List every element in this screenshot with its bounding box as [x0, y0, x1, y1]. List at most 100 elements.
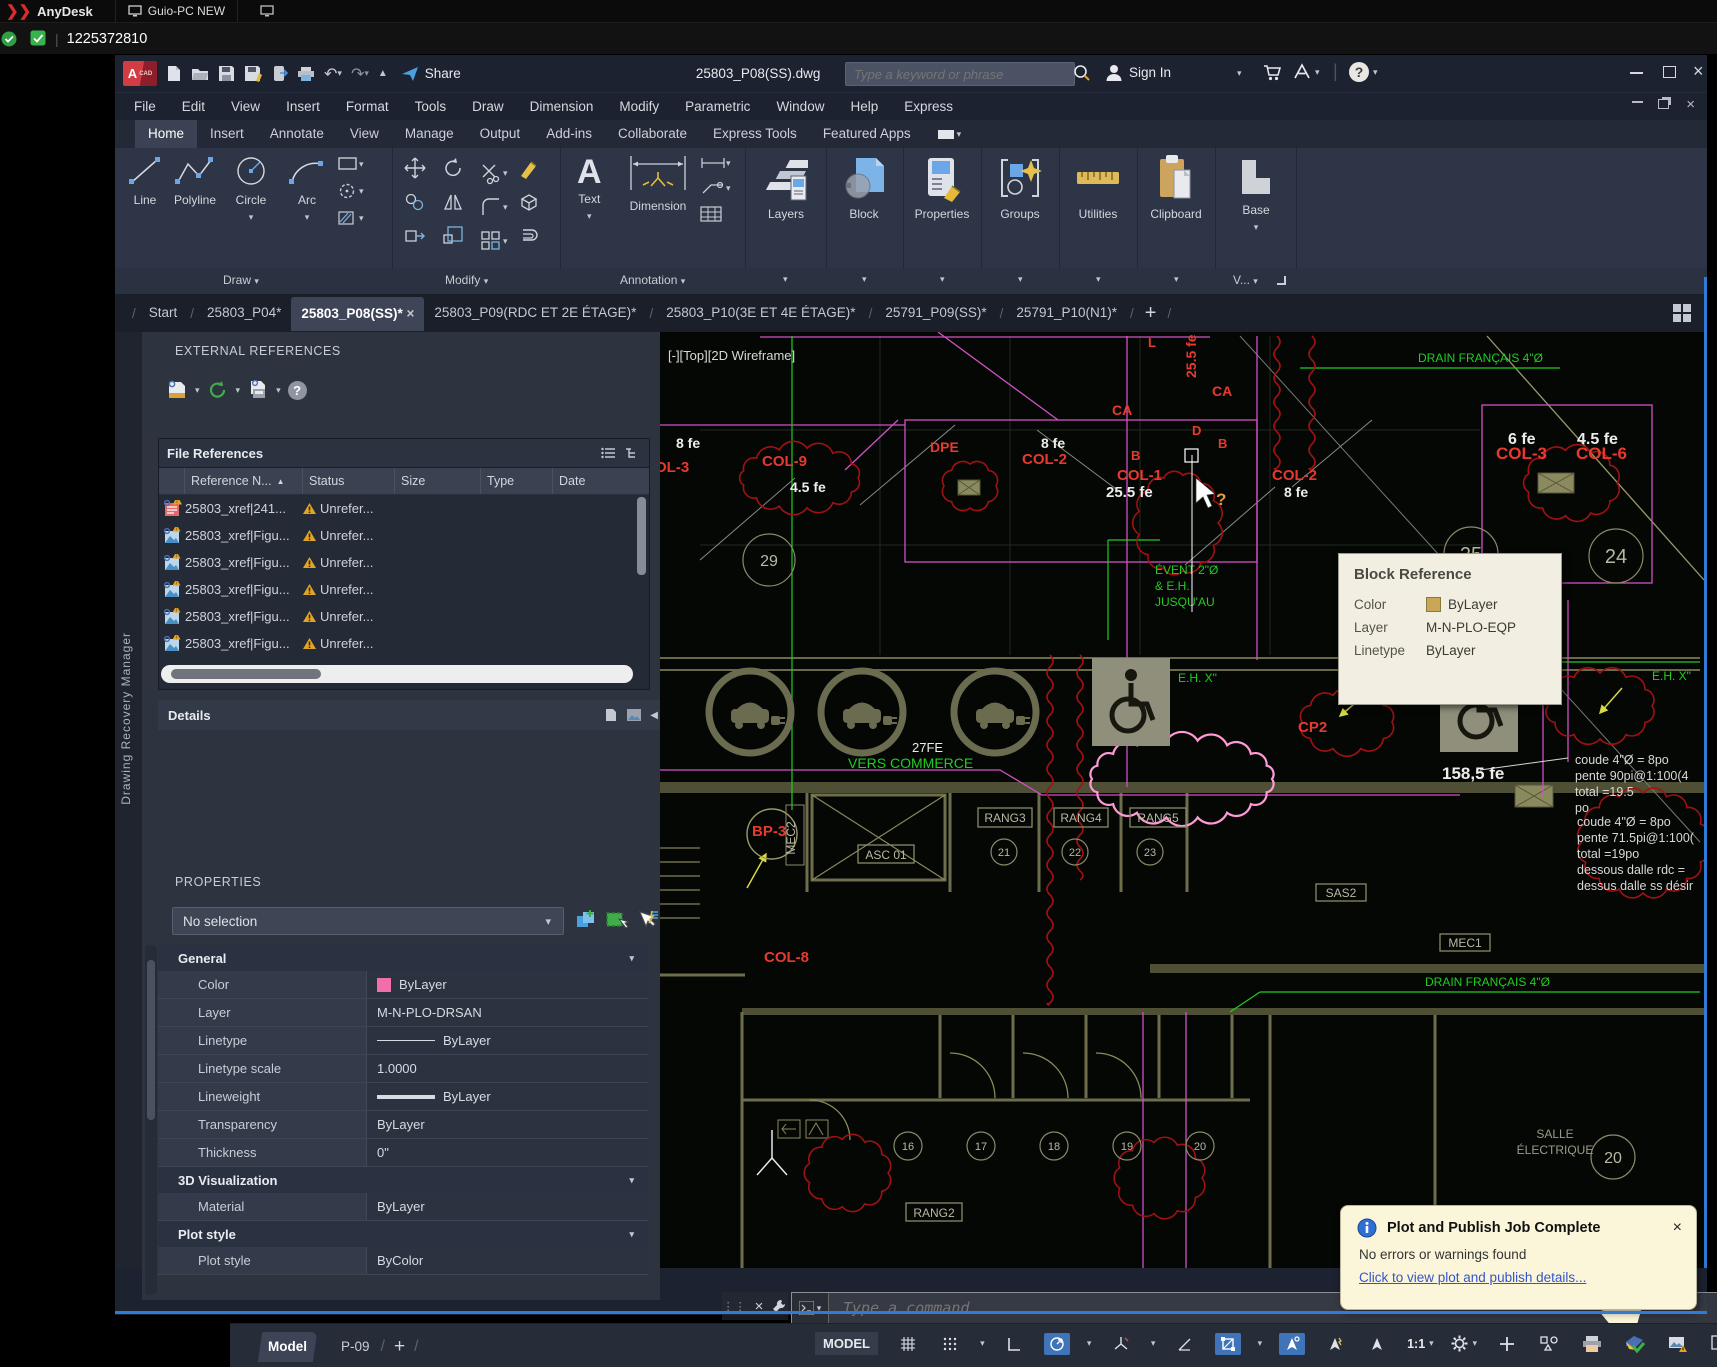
- file-tab-2[interactable]: 25803_P08(SS)* ×: [291, 297, 424, 331]
- col-type[interactable]: Type: [481, 468, 553, 494]
- menu-dimension[interactable]: Dimension: [517, 93, 607, 121]
- arc-button[interactable]: Arc▾: [287, 154, 327, 225]
- utilities-panel-caret[interactable]: ▾: [1096, 274, 1101, 285]
- doc-minimize-button[interactable]: [1632, 101, 1643, 103]
- grid-display-icon[interactable]: [895, 1333, 921, 1355]
- groups-panel-caret[interactable]: ▾: [1018, 274, 1023, 285]
- ribbon-display-toggle[interactable]: ▾: [938, 129, 962, 140]
- undo-button[interactable]: ↶▾: [324, 64, 342, 84]
- close-tab-icon[interactable]: ×: [403, 306, 415, 321]
- ribbon-tab-annotate[interactable]: Annotate: [257, 120, 337, 148]
- dimension-button[interactable]: Dimension: [623, 152, 693, 213]
- properties-panel-caret[interactable]: ▾: [940, 274, 945, 285]
- layers-panel-caret[interactable]: ▾: [783, 274, 788, 285]
- attach-caret-icon[interactable]: ▾: [195, 385, 200, 396]
- attach-reference-icon[interactable]: [166, 380, 188, 400]
- prop-row-thickness[interactable]: Thickness0": [158, 1139, 648, 1167]
- menu-format[interactable]: Format: [333, 93, 402, 121]
- close-button[interactable]: ×: [1693, 61, 1704, 82]
- signin-caret-icon[interactable]: ▾: [1237, 68, 1242, 79]
- col-size[interactable]: Size: [395, 468, 481, 494]
- user-icon[interactable]: [1105, 63, 1123, 82]
- properties-scrollbar[interactable]: [145, 945, 157, 1295]
- doc-restore-button[interactable]: [1658, 99, 1669, 109]
- search-input[interactable]: [845, 62, 1075, 86]
- help-button[interactable]: ? ▾: [1349, 62, 1378, 82]
- menu-express[interactable]: Express: [891, 93, 966, 121]
- save-icon[interactable]: [218, 65, 235, 82]
- clipboard-panel-caret[interactable]: ▾: [1174, 274, 1179, 285]
- prop-row-lineweight[interactable]: LineweightByLayer: [158, 1083, 648, 1111]
- line-button[interactable]: Line: [127, 154, 163, 207]
- file-tab-4[interactable]: 25803_P10(3E ET 4E ÉTAGE)*: [656, 294, 865, 332]
- menu-help[interactable]: Help: [837, 93, 891, 121]
- viewport-controls-label[interactable]: [-][Top][2D Wireframe]: [668, 348, 795, 363]
- menu-modify[interactable]: Modify: [606, 93, 672, 121]
- toggle-pickadd-icon[interactable]: [574, 909, 598, 933]
- plus-filter-icon[interactable]: [1494, 1333, 1520, 1355]
- col-reference-name[interactable]: Reference N...▲: [185, 468, 303, 494]
- draw-panel-label[interactable]: Draw ▾: [223, 273, 259, 287]
- autodesk-app-button[interactable]: ▾: [1293, 63, 1320, 81]
- file-tab-6[interactable]: 25791_P10(N1)*: [1006, 294, 1127, 332]
- xref-help-icon[interactable]: ?: [288, 381, 307, 400]
- xref-horizontal-scrollbar[interactable]: [161, 665, 633, 683]
- circle-button[interactable]: Circle▾: [233, 154, 269, 225]
- view-panel-collapsed[interactable]: V... ▾: [1233, 273, 1258, 287]
- hatch-tool[interactable]: ▾: [337, 210, 364, 226]
- ellipse-tool[interactable]: ▾: [337, 183, 364, 199]
- isodraft-caret-icon[interactable]: ▾: [1151, 1338, 1156, 1349]
- image-frame-warning-icon[interactable]: [1665, 1333, 1691, 1355]
- refresh-icon[interactable]: [207, 380, 229, 400]
- scale-tool[interactable]: [441, 224, 465, 248]
- mirror-tool[interactable]: [441, 190, 465, 214]
- save-xref-icon[interactable]: [247, 380, 269, 400]
- plot-status-icon[interactable]: [1579, 1333, 1605, 1355]
- menu-view[interactable]: View: [218, 93, 273, 121]
- prop-section-general[interactable]: General▾: [158, 945, 648, 971]
- layout-tab-p09[interactable]: P-09: [333, 1332, 378, 1362]
- ortho-mode-icon[interactable]: [1001, 1333, 1027, 1355]
- list-view-icon[interactable]: [601, 447, 616, 460]
- details-collapse-icon[interactable]: ◀: [650, 710, 658, 721]
- dim-style-tool[interactable]: ▾: [700, 156, 731, 170]
- prop-row-linetype-scale[interactable]: Linetype scale1.0000: [158, 1055, 648, 1083]
- stretch-tool[interactable]: [403, 224, 427, 248]
- xref-row-2[interactable]: !25803_xref|Figu...Unrefer...: [159, 549, 649, 576]
- model-tab[interactable]: Model: [258, 1332, 317, 1362]
- snap-caret-icon[interactable]: ▾: [980, 1338, 985, 1349]
- clipboard-button[interactable]: Clipboard: [1145, 154, 1207, 221]
- ribbon-tab-express-tools[interactable]: Express Tools: [700, 120, 810, 148]
- open-folder-icon[interactable]: [191, 66, 209, 82]
- ribbon-tab-output[interactable]: Output: [467, 120, 534, 148]
- offset-tool[interactable]: [517, 224, 541, 248]
- object-snap-icon[interactable]: [1215, 1333, 1241, 1355]
- xref-row-1[interactable]: !25803_xref|Figu...Unrefer...: [159, 522, 649, 549]
- annotation-autoscale-icon[interactable]: [1322, 1333, 1348, 1355]
- isolate-objects-icon[interactable]: [1536, 1333, 1562, 1355]
- selection-dropdown[interactable]: No selection ▾: [172, 907, 564, 935]
- prop-row-transparency[interactable]: TransparencyByLayer: [158, 1111, 648, 1139]
- ribbon-tab-home[interactable]: Home: [135, 120, 197, 148]
- search-icon[interactable]: [1073, 64, 1091, 82]
- command-input[interactable]: [841, 1298, 1345, 1318]
- prop-row-plot-style[interactable]: Plot styleByColor: [158, 1247, 648, 1275]
- polar-caret-icon[interactable]: ▾: [1087, 1338, 1092, 1349]
- qat-customize-button[interactable]: ▲: [378, 68, 387, 79]
- otrack-icon[interactable]: [1172, 1333, 1198, 1355]
- modify-panel-label[interactable]: Modify ▾: [445, 273, 488, 287]
- xref-row-3[interactable]: !25803_xref|Figu...Unrefer...: [159, 576, 649, 603]
- details-doc-icon[interactable]: [604, 708, 618, 722]
- base-button[interactable]: Base▾: [1227, 156, 1285, 235]
- model-space-button[interactable]: MODEL: [815, 1332, 878, 1355]
- rotate-tool[interactable]: [441, 156, 465, 180]
- save-as-icon[interactable]: [244, 65, 263, 82]
- move-tool[interactable]: [403, 156, 427, 180]
- new-drawing-tab-button[interactable]: +: [1137, 302, 1165, 325]
- ribbon-tab-insert[interactable]: Insert: [197, 120, 257, 148]
- store-cart-icon[interactable]: [1263, 64, 1283, 82]
- prop-row-material[interactable]: MaterialByLayer: [158, 1193, 648, 1221]
- permission-check-icon[interactable]: [30, 30, 47, 47]
- drawing-recovery-manager-strip[interactable]: Drawing Recovery Manager: [115, 332, 142, 1268]
- tab-overview-icon[interactable]: [1672, 303, 1692, 323]
